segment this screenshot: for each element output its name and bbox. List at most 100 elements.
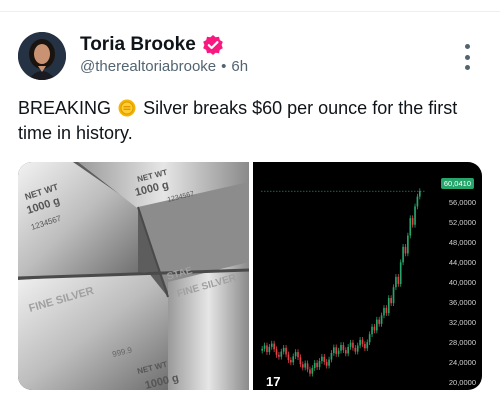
price-tick: 28,0000 [448, 338, 476, 347]
candle-body [263, 345, 266, 349]
candle-body [354, 347, 357, 352]
candle-body [368, 334, 371, 343]
candle-body [290, 360, 292, 363]
candle-body [287, 354, 290, 361]
price-tick: 40,0000 [448, 278, 476, 287]
handle[interactable]: @therealtoriabrooke [80, 58, 216, 75]
candle-body [347, 346, 349, 354]
candle-body [352, 342, 354, 348]
candle-body [297, 352, 299, 358]
candle-body [407, 235, 409, 254]
post-text: BREAKING Silver breaks $60 per ounce for… [18, 96, 488, 146]
candle-body [330, 352, 333, 360]
candle-body [342, 345, 345, 351]
candle-body [356, 345, 359, 352]
price-tick: 20,0000 [448, 378, 476, 387]
separator: • [221, 58, 227, 75]
candle-body [397, 276, 400, 284]
candle-body [383, 307, 385, 316]
price-tick: 32,0000 [448, 318, 476, 327]
tradingview-logo: 17 [266, 374, 281, 389]
more-dot-icon [464, 44, 470, 49]
candle-body [311, 368, 314, 374]
price-tick: 36,0000 [448, 298, 476, 307]
more-dot-icon [464, 54, 470, 60]
more-dot-icon [464, 65, 470, 70]
candle-body [273, 343, 275, 350]
candle-body [416, 196, 419, 207]
candle-body [349, 342, 352, 347]
candle-body [409, 218, 412, 236]
candle-body [399, 262, 402, 284]
candle-body [385, 307, 388, 314]
price-tick: 24,0000 [448, 358, 476, 367]
top-divider [0, 11, 500, 12]
price-tick: 44,0000 [448, 258, 476, 267]
candle-body [328, 359, 330, 366]
candle-body [404, 246, 407, 254]
candle-body [395, 276, 397, 288]
candle-body [392, 287, 395, 304]
author-row: Toria Brooke [80, 34, 224, 56]
candle-body [299, 357, 302, 365]
candle-body [280, 351, 283, 357]
candle-body [364, 344, 366, 349]
candle-body [309, 369, 311, 374]
candle-body [390, 298, 392, 304]
candle-body [375, 319, 378, 331]
candle-body [333, 347, 335, 353]
silver-bars-image: NET WT 1000 g 1234567 NET WT 1000 g 1234… [18, 162, 250, 390]
last-price-label: 60,0410 [440, 178, 474, 189]
candle-body [325, 361, 328, 366]
candle-body [373, 326, 376, 331]
candle-body [313, 362, 316, 369]
price-axis: 60,0410 56,0000 52,0000 48,0000 44,0000 … [424, 162, 476, 390]
candle-body [371, 326, 373, 335]
candle-body [266, 345, 268, 353]
candle-body [411, 218, 414, 225]
post-text-breaking: BREAKING [18, 98, 112, 118]
more-options-button[interactable] [456, 44, 478, 70]
candle-body [378, 319, 381, 324]
candle-body [414, 206, 416, 225]
avatar[interactable] [18, 32, 66, 80]
candle-body [318, 360, 321, 368]
media-grid[interactable]: NET WT 1000 g 1234567 NET WT 1000 g 1234… [18, 162, 482, 390]
handle-row: @therealtoriabrooke • 6h [80, 58, 248, 75]
price-tick: 56,0000 [448, 198, 476, 207]
candle-body [337, 350, 340, 354]
price-tick: 48,0000 [448, 238, 476, 247]
candle-body [321, 356, 323, 361]
candle-body [301, 364, 304, 368]
candle-body [359, 339, 361, 346]
candle-body [294, 352, 297, 357]
candle-body [285, 347, 287, 355]
display-name[interactable]: Toria Brooke [80, 34, 196, 56]
verified-badge-icon [202, 34, 224, 56]
candle-body [335, 347, 338, 354]
candle-body [278, 354, 280, 357]
candle-body [418, 191, 421, 197]
candle-body [268, 346, 271, 353]
candle-body [270, 343, 273, 347]
candle-body [261, 348, 264, 351]
silver-price-chart[interactable]: 60,0410 56,0000 52,0000 48,0000 44,0000 … [253, 162, 482, 390]
candle-body [361, 339, 364, 345]
candle-body [387, 298, 390, 314]
silver-bars-photo[interactable]: NET WT 1000 g 1234567 NET WT 1000 g 1234… [18, 162, 250, 390]
candle-body [282, 347, 285, 352]
avatar-image [18, 32, 66, 80]
candle-body [323, 356, 326, 362]
candle-body [306, 363, 309, 370]
coin-icon [118, 99, 136, 117]
candle-body [292, 356, 295, 363]
candle-body [275, 349, 278, 355]
candle-body [316, 362, 318, 368]
candle-body [402, 246, 404, 263]
candle-body [304, 363, 307, 368]
timestamp[interactable]: 6h [231, 58, 248, 75]
candle-body [340, 345, 342, 351]
candle-body [366, 342, 369, 349]
candle-body [380, 315, 383, 324]
price-tick: 52,0000 [448, 218, 476, 227]
